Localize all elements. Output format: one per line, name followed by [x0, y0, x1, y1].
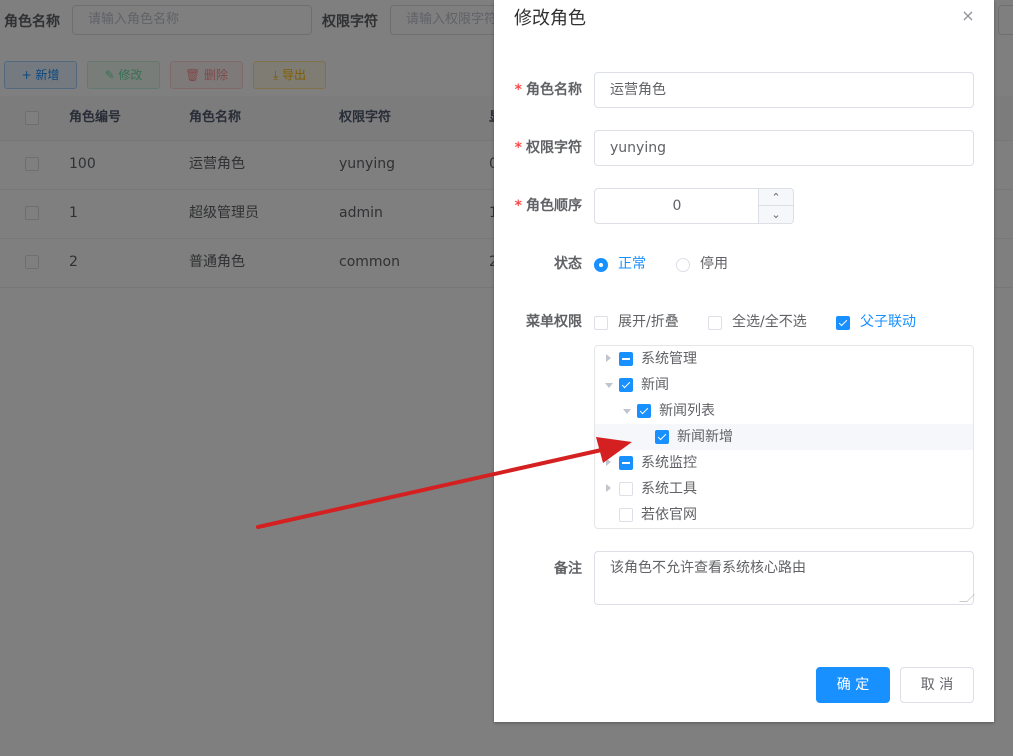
annotation-arrow-icon	[256, 437, 632, 529]
annotation-arrow-head	[596, 437, 632, 463]
annotation-arrow-shaft	[256, 447, 608, 529]
